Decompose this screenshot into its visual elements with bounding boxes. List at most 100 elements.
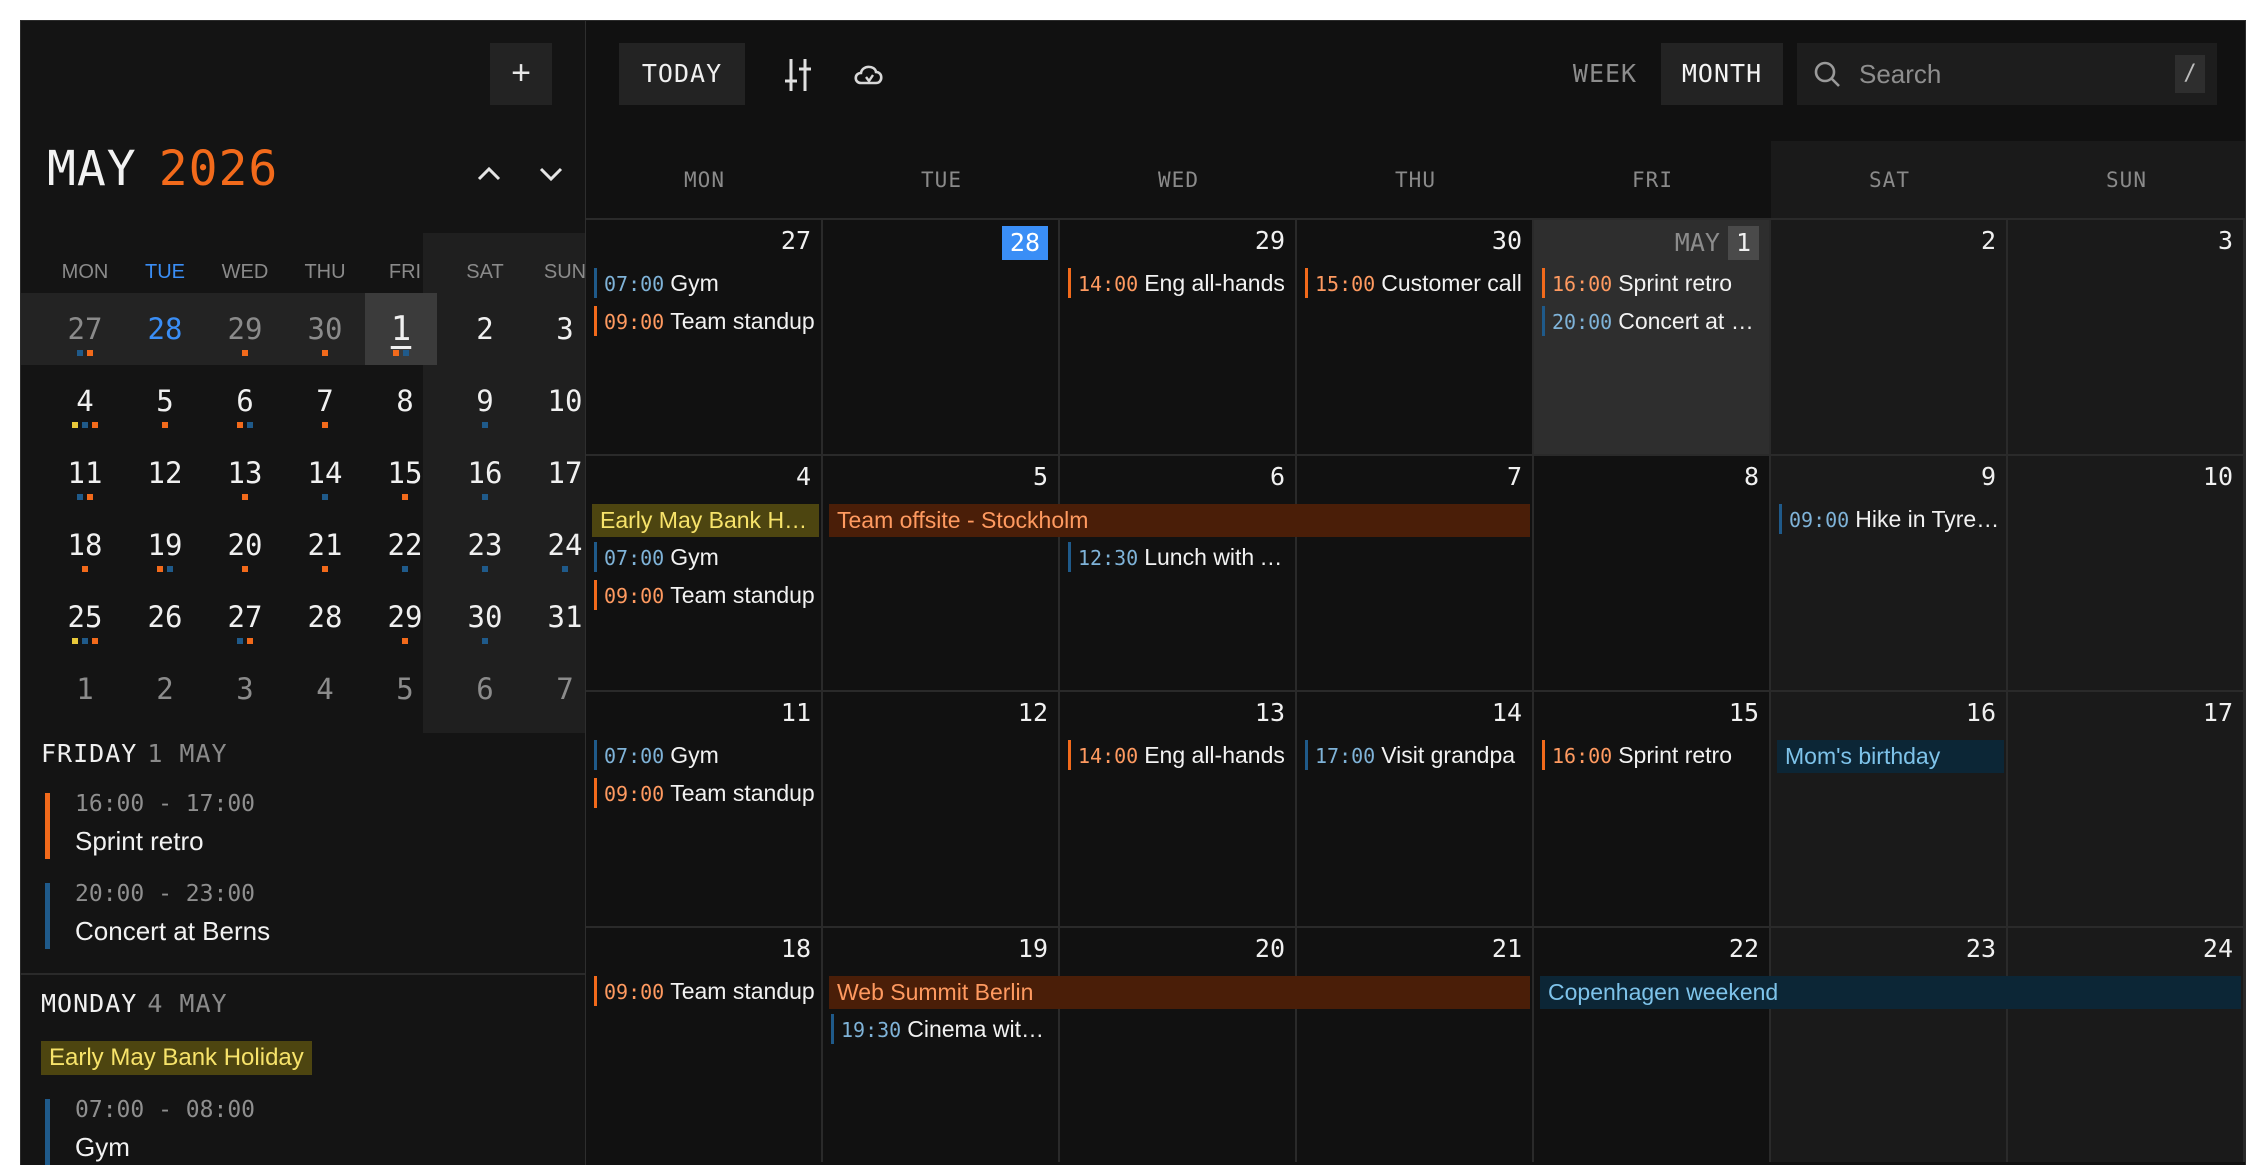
multi-day-event[interactable]: Mom's birthday [1777, 740, 2004, 773]
mini-day[interactable]: 5 [125, 365, 205, 437]
day-cell[interactable]: 3 [2008, 218, 2245, 454]
agenda-event[interactable]: 20:00 - 23:00 Concert at Berns [45, 881, 545, 951]
day-cell[interactable]: 22 [1534, 926, 1771, 1162]
day-cell[interactable]: MAY116:00Sprint retro20:00Concert at Ber… [1534, 218, 1771, 454]
day-cell[interactable]: 20 [1060, 926, 1297, 1162]
week-view-button[interactable]: WEEK [1562, 43, 1648, 105]
mini-day[interactable]: 3 [525, 293, 585, 365]
mini-day[interactable]: 3 [205, 653, 285, 725]
mini-day[interactable]: 20 [205, 509, 285, 581]
calendar-event[interactable]: 14:00 Eng all-hands [1068, 268, 1290, 298]
mini-day[interactable]: 5 [365, 653, 445, 725]
calendar-event[interactable]: 16:00 Sprint retro [1542, 740, 1764, 770]
mini-day[interactable]: 2 [445, 293, 525, 365]
day-cell[interactable]: 28 [823, 218, 1060, 454]
day-cell[interactable]: 17 [2008, 690, 2245, 926]
calendar-event[interactable]: 12:30Lunch with Anna [1068, 542, 1290, 572]
mini-day[interactable]: 25 [45, 581, 125, 653]
mini-day[interactable]: 6 [205, 365, 285, 437]
day-cell[interactable]: 23 [1771, 926, 2008, 1162]
day-cell[interactable]: 13 14:00 Eng all-hands [1060, 690, 1297, 926]
calendar-event[interactable]: 15:00 Customer call [1305, 268, 1527, 298]
mini-day[interactable]: 31 [525, 581, 585, 653]
day-cell[interactable]: 11 07:00 Gym 09:00 Team standup [586, 690, 823, 926]
mini-day[interactable]: 18 [45, 509, 125, 581]
day-cell[interactable]: 30 15:00 Customer call [1297, 218, 1534, 454]
day-cell[interactable]: 4 07:00 Gym 09:00 Team standup [586, 454, 823, 690]
mini-day[interactable]: 1 [365, 293, 437, 365]
agenda-event[interactable]: 16:00 - 17:00 Sprint retro [45, 791, 545, 861]
day-cell[interactable]: 12 [823, 690, 1060, 926]
mini-day[interactable]: 13 [205, 437, 285, 509]
mini-day[interactable]: 2 [125, 653, 205, 725]
calendar-event[interactable]: 20:00Concert at Berns [1542, 306, 1764, 336]
mini-day[interactable]: 7 [285, 365, 365, 437]
mini-day[interactable]: 14 [285, 437, 365, 509]
calendar-event[interactable]: 19:30Cinema with Leo [831, 1014, 1053, 1044]
mini-day[interactable]: 27 [45, 293, 125, 365]
mini-day[interactable]: 12 [125, 437, 205, 509]
multi-day-event[interactable]: Early May Bank Holiday [592, 504, 819, 537]
day-cell[interactable]: 29 14:00 Eng all-hands [1060, 218, 1297, 454]
multi-day-event[interactable]: Copenhagen weekend [1540, 976, 2241, 1009]
day-cell[interactable]: 27 07:00 Gym 09:00 Team standup [586, 218, 823, 454]
calendar-event[interactable]: 14:00 Eng all-hands [1068, 740, 1290, 770]
mini-day[interactable]: 7 [525, 653, 585, 725]
mini-day[interactable]: 8 [365, 365, 445, 437]
filter-sliders-icon[interactable] [783, 57, 819, 93]
mini-day[interactable]: 30 [285, 293, 365, 365]
day-cell[interactable]: 8 [1534, 454, 1771, 690]
day-cell[interactable]: 5 [823, 454, 1060, 690]
calendar-event[interactable]: 07:00 Gym [594, 740, 816, 770]
calendar-event[interactable]: 09:00 Team standup [594, 778, 816, 808]
mini-day[interactable]: 28 [285, 581, 365, 653]
day-cell[interactable]: 10 [2008, 454, 2245, 690]
mini-day[interactable]: 16 [445, 437, 525, 509]
mini-day[interactable]: 4 [45, 365, 125, 437]
day-cell[interactable]: 9 09:00 Hike in Tyresta [1771, 454, 2008, 690]
chevron-down-icon[interactable] [531, 154, 571, 194]
mini-day[interactable]: 27 [205, 581, 285, 653]
calendar-event[interactable]: 17:00 Visit grandpa [1305, 740, 1527, 770]
mini-day[interactable]: 30 [445, 581, 525, 653]
mini-day[interactable]: 21 [285, 509, 365, 581]
mini-day[interactable]: 29 [365, 581, 445, 653]
chevron-up-icon[interactable] [469, 154, 509, 194]
calendar-event[interactable]: 09:00 Team standup [594, 306, 816, 336]
mini-day[interactable]: 9 [445, 365, 525, 437]
day-cell[interactable]: 19 19:30Cinema with Leo [823, 926, 1060, 1162]
mini-day[interactable]: 19 [125, 509, 205, 581]
mini-day[interactable]: 6 [445, 653, 525, 725]
calendar-event[interactable]: 09:00 Team standup [594, 580, 816, 610]
mini-day[interactable]: 17 [525, 437, 585, 509]
calendar-event[interactable]: 07:00 Gym [594, 268, 816, 298]
search-input[interactable]: Search / [1797, 43, 2217, 105]
mini-day[interactable]: 26 [125, 581, 205, 653]
cloud-sync-icon[interactable] [851, 57, 887, 93]
day-cell[interactable]: 7 [1297, 454, 1534, 690]
day-cell[interactable]: 6 12:30Lunch with Anna [1060, 454, 1297, 690]
mini-day[interactable]: 24 [525, 509, 585, 581]
day-cell[interactable]: 18 09:00 Team standup [586, 926, 823, 1162]
day-cell[interactable]: 15 16:00 Sprint retro [1534, 690, 1771, 926]
mini-day[interactable]: 1 [45, 653, 125, 725]
calendar-event[interactable]: 07:00 Gym [594, 542, 816, 572]
calendar-event[interactable]: 16:00 Sprint retro [1542, 268, 1764, 298]
mini-day[interactable]: 23 [445, 509, 525, 581]
multi-day-event[interactable]: Team offsite - Stockholm [829, 504, 1530, 537]
day-cell[interactable]: 21 [1297, 926, 1534, 1162]
calendar-event[interactable]: 09:00 Team standup [594, 976, 816, 1006]
multi-day-event[interactable]: Web Summit Berlin [829, 976, 1530, 1009]
mini-day[interactable]: 10 [525, 365, 585, 437]
today-button[interactable]: TODAY [619, 43, 745, 105]
month-view-button[interactable]: MONTH [1661, 43, 1783, 105]
day-cell[interactable]: 14 17:00 Visit grandpa [1297, 690, 1534, 926]
mini-day[interactable]: 11 [45, 437, 125, 509]
calendar-event[interactable]: 09:00 Hike in Tyresta [1779, 504, 2001, 534]
day-cell[interactable]: 16 [1771, 690, 2008, 926]
day-cell[interactable]: 24 [2008, 926, 2245, 1162]
mini-day[interactable]: 22 [365, 509, 445, 581]
agenda-event[interactable]: 07:00 - 08:00 Gym [45, 1097, 545, 1165]
day-cell[interactable]: 2 [1771, 218, 2008, 454]
new-event-button[interactable]: + [490, 43, 552, 105]
